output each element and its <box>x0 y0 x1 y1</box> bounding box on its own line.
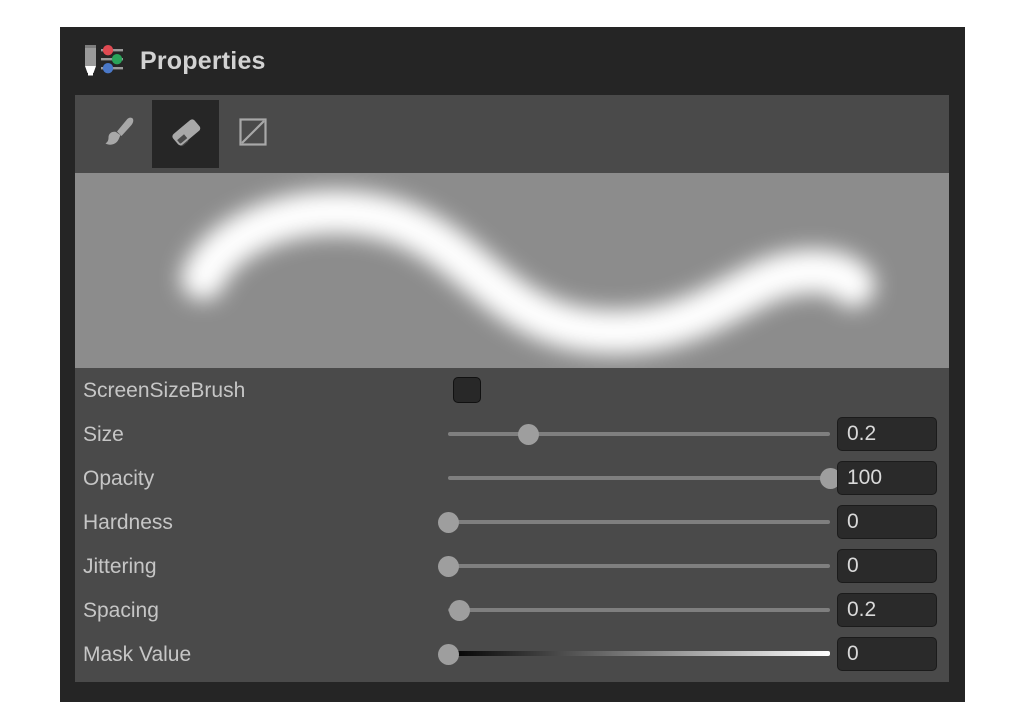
slider-knob[interactable] <box>449 600 471 621</box>
brush-stroke-preview <box>75 173 949 368</box>
slider-track <box>448 520 830 524</box>
opacity-slider[interactable] <box>448 465 841 491</box>
property-label: Spacing <box>83 598 159 622</box>
jittering-value-field[interactable]: 0 <box>837 549 937 583</box>
size-value-field[interactable]: 0.2 <box>837 417 937 451</box>
property-row-hardness: Hardness 0 <box>75 500 949 544</box>
app-root: Properties ScreenSizeBrush Size 0.2 Opac… <box>0 0 1020 727</box>
property-label: Hardness <box>83 510 173 534</box>
slider-track <box>448 564 830 568</box>
eraser-icon <box>168 114 204 155</box>
no-fill-tool[interactable] <box>219 100 286 168</box>
property-row-jittering: Jittering 0 <box>75 544 949 588</box>
slider-knob[interactable] <box>438 512 459 533</box>
slider-track <box>448 432 830 436</box>
properties-rows: ScreenSizeBrush Size 0.2 Opacity 100 Har… <box>75 368 949 682</box>
properties-panel: Properties ScreenSizeBrush Size 0.2 Opac… <box>60 27 965 702</box>
panel-content: ScreenSizeBrush Size 0.2 Opacity 100 Har… <box>75 95 949 682</box>
panel-titlebar: Properties <box>60 27 965 95</box>
square-diagonal-icon <box>235 114 271 155</box>
slider-track-gradient <box>448 651 830 656</box>
property-label: Jittering <box>83 554 157 578</box>
jittering-slider[interactable] <box>438 553 830 579</box>
slider-track <box>448 476 830 480</box>
mask-value-slider[interactable] <box>438 641 830 667</box>
slider-knob[interactable] <box>438 644 459 665</box>
property-label: Mask Value <box>83 642 192 666</box>
slider-knob[interactable] <box>438 556 459 577</box>
size-slider[interactable] <box>448 421 830 447</box>
opacity-value-field[interactable]: 100 <box>837 461 937 495</box>
property-label: ScreenSizeBrush <box>83 378 246 402</box>
property-row-spacing: Spacing 0.2 <box>75 588 949 632</box>
tool-toolbar <box>75 95 949 173</box>
brush-sliders-icon <box>81 43 127 79</box>
slider-knob[interactable] <box>518 424 540 445</box>
hardness-slider[interactable] <box>438 509 830 535</box>
property-row-opacity: Opacity 100 <box>75 456 949 500</box>
hardness-value-field[interactable]: 0 <box>837 505 937 539</box>
eraser-tool[interactable] <box>152 100 219 168</box>
page-title: Properties <box>140 46 266 75</box>
property-row-size: Size 0.2 <box>75 412 949 456</box>
slider-track <box>448 608 830 612</box>
property-label: Size <box>83 422 124 446</box>
property-row-mask-value: Mask Value 0 <box>75 632 949 676</box>
property-row-screensizebrush: ScreenSizeBrush <box>75 368 949 412</box>
spacing-slider[interactable] <box>448 597 830 623</box>
brush-icon <box>101 114 137 155</box>
screensizebrush-checkbox[interactable] <box>453 377 481 403</box>
spacing-value-field[interactable]: 0.2 <box>837 593 937 627</box>
mask-value-field[interactable]: 0 <box>837 637 937 671</box>
brush-tool[interactable] <box>85 100 152 168</box>
property-label: Opacity <box>83 466 155 490</box>
